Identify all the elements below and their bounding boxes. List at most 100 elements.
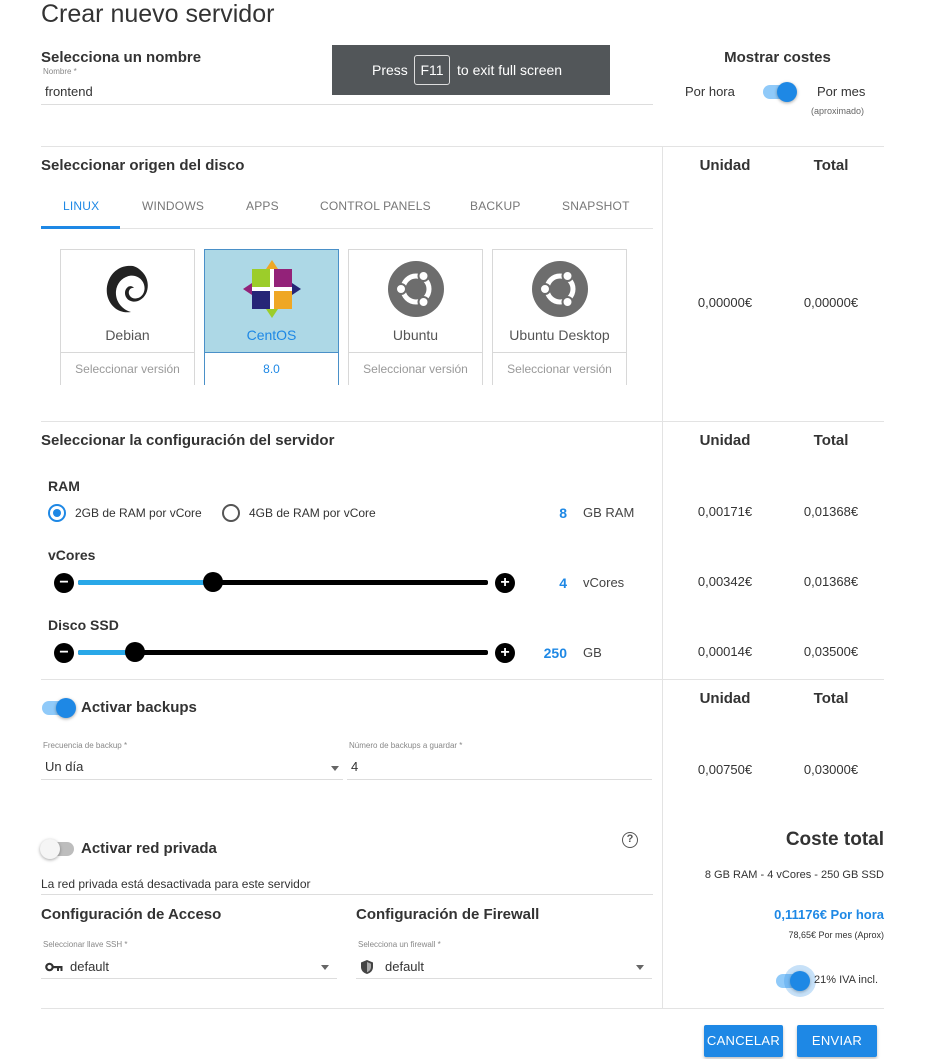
os-card-debian[interactable]: Debian Seleccionar versión <box>60 249 195 385</box>
ssd-value: 250 <box>543 645 567 661</box>
os-card-centos[interactable]: CentOS 8.0 <box>204 249 339 385</box>
version-select[interactable]: Seleccionar versión <box>61 352 194 385</box>
ssd-total-cost: 0,03500€ <box>803 644 859 659</box>
per-hour-label[interactable]: Por hora <box>685 84 735 99</box>
os-name: Ubuntu Desktop <box>509 327 610 343</box>
ram-option-2gb-label[interactable]: 2GB de RAM por vCore <box>75 506 202 520</box>
os-name: Debian <box>105 327 150 343</box>
firewall-section-title: Configuración de Firewall <box>356 906 540 923</box>
vcores-slider-thumb[interactable] <box>203 572 223 592</box>
version-select[interactable]: Seleccionar versión <box>493 352 626 385</box>
hourly-cost: 0,11176€ Por hora <box>774 907 884 922</box>
disk-unit-cost: 0,00000€ <box>697 295 753 310</box>
centos-icon <box>243 260 301 318</box>
total-cost-summary: 8 GB RAM - 4 vCores - 250 GB SSD <box>704 869 884 881</box>
vcores-value: 4 <box>559 575 567 591</box>
divider <box>41 146 884 147</box>
shield-icon <box>361 960 373 974</box>
ram-value: 8 <box>559 505 567 521</box>
tab-control-panels[interactable]: CONTROL PANELS <box>320 199 431 213</box>
total-cost-title: Coste total <box>785 829 884 850</box>
unit-header: Unidad <box>699 690 751 707</box>
help-icon[interactable]: ? <box>622 832 638 848</box>
unit-header: Unidad <box>699 157 751 174</box>
divider <box>41 421 884 422</box>
ssh-key-label: Seleccionar llave SSH * <box>43 940 128 949</box>
key-icon <box>45 962 63 972</box>
ssh-key-select[interactable]: default <box>41 957 337 979</box>
divider <box>41 679 884 680</box>
ram-option-4gb-label[interactable]: 4GB de RAM por vCore <box>249 506 376 520</box>
ssd-unit-cost: 0,00014€ <box>697 644 753 659</box>
firewall-label: Selecciona un firewall * <box>358 940 441 949</box>
backup-frequency-value: Un día <box>45 759 84 774</box>
ram-total-cost: 0,01368€ <box>803 504 859 519</box>
ram-option-2gb-radio[interactable] <box>48 504 66 522</box>
toast-rest-text: to exit full screen <box>457 62 563 78</box>
private-network-status: La red privada está desactivada para est… <box>41 877 653 895</box>
config-section-title: Seleccionar la configuración del servido… <box>41 432 335 449</box>
vcores-unit-cost: 0,00342€ <box>697 574 753 589</box>
cost-column-divider <box>662 146 663 1008</box>
chevron-down-icon <box>636 965 644 970</box>
ssd-slider-track[interactable] <box>78 642 488 662</box>
cost-period-toggle[interactable] <box>763 82 797 102</box>
total-header: Total <box>813 690 849 707</box>
submit-button[interactable]: ENVIAR <box>797 1025 877 1057</box>
toggle-knob <box>777 82 797 102</box>
tab-linux[interactable]: LINUX <box>63 199 99 213</box>
backups-toggle-label: Activar backups <box>81 699 197 716</box>
os-card-ubuntu[interactable]: Ubuntu Seleccionar versión <box>348 249 483 385</box>
fullscreen-toast: Press F11 to exit full screen <box>332 45 610 95</box>
version-select[interactable]: Seleccionar versión <box>349 352 482 385</box>
per-month-label[interactable]: Por mes <box>817 84 865 99</box>
vcores-total-cost: 0,01368€ <box>803 574 859 589</box>
tab-snapshot[interactable]: SNAPSHOT <box>562 199 630 213</box>
ssd-minus-button[interactable]: − <box>54 643 74 663</box>
tab-backup[interactable]: BACKUP <box>470 199 521 213</box>
ssd-unit: GB <box>583 645 602 660</box>
firewall-value: default <box>385 959 425 974</box>
vat-toggle[interactable] <box>776 971 810 991</box>
vcores-slider-fill <box>78 580 213 585</box>
ssd-label: Disco SSD <box>48 617 119 633</box>
ssd-plus-button[interactable]: + <box>495 643 515 663</box>
page-title: Crear nuevo servidor <box>41 0 275 28</box>
ram-unit: GB RAM <box>583 505 635 520</box>
backup-total-cost: 0,03000€ <box>803 762 859 777</box>
ubuntu-circle-icon <box>388 261 444 317</box>
ssd-slider-thumb[interactable] <box>125 642 145 662</box>
toggle-knob <box>56 698 76 718</box>
divider <box>41 1008 884 1009</box>
f11-key-badge: F11 <box>414 55 450 85</box>
version-select[interactable]: 8.0 <box>205 352 338 385</box>
tab-apps[interactable]: APPS <box>246 199 279 213</box>
backup-frequency-select[interactable]: Un día <box>41 759 343 780</box>
unit-header: Unidad <box>699 432 751 449</box>
os-card-ubuntu-desktop[interactable]: Ubuntu Desktop Seleccionar versión <box>492 249 627 385</box>
vcores-label: vCores <box>48 547 96 563</box>
backup-count-label: Número de backups a guardar * <box>349 741 463 750</box>
total-header: Total <box>813 157 849 174</box>
cancel-button[interactable]: CANCELAR <box>704 1025 783 1057</box>
backups-toggle[interactable] <box>42 698 76 718</box>
tabs-underline <box>41 228 653 229</box>
tab-windows[interactable]: WINDOWS <box>142 199 204 213</box>
firewall-select[interactable]: default <box>356 957 652 979</box>
os-name: CentOS <box>246 327 297 343</box>
show-costs-title: Mostrar costes <box>724 49 831 66</box>
vcores-unit: vCores <box>583 575 625 590</box>
ram-option-4gb-radio[interactable] <box>222 504 240 522</box>
chevron-down-icon <box>321 965 329 970</box>
vcores-slider-track[interactable] <box>78 572 488 592</box>
access-section-title: Configuración de Acceso <box>41 906 222 923</box>
disk-section-title: Seleccionar origen del disco <box>41 157 245 174</box>
vcores-minus-button[interactable]: − <box>54 573 74 593</box>
backup-frequency-label: Frecuencia de backup * <box>43 741 128 750</box>
backup-count-input[interactable]: 4 <box>347 759 652 780</box>
private-network-toggle[interactable] <box>40 839 74 859</box>
debian-swirl-icon <box>106 265 148 313</box>
toast-press-text: Press <box>372 62 408 78</box>
vcores-plus-button[interactable]: + <box>495 573 515 593</box>
toggle-knob <box>790 971 810 991</box>
